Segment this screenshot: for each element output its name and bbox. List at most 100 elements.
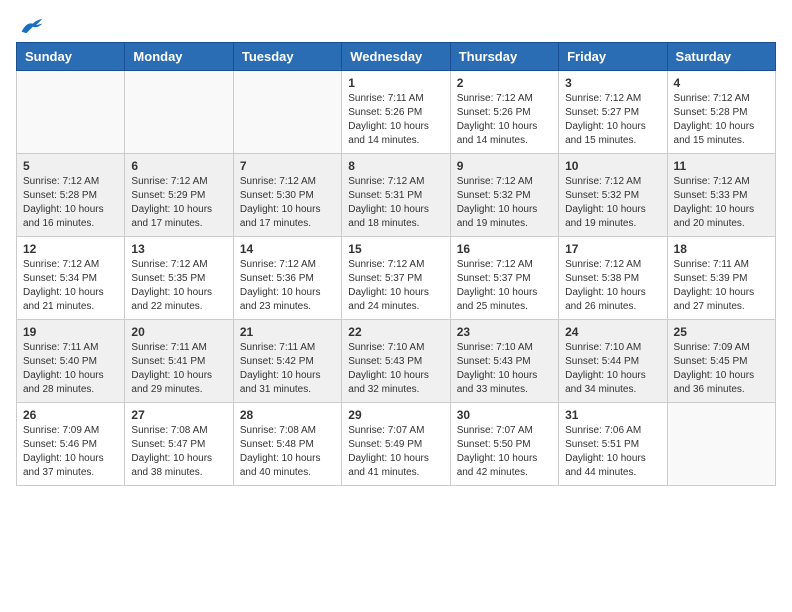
day-number: 11 bbox=[674, 159, 769, 173]
cell-info: Sunrise: 7:12 AMSunset: 5:33 PMDaylight:… bbox=[674, 175, 769, 231]
cell-info: Sunrise: 7:12 AMSunset: 5:28 PMDaylight:… bbox=[23, 175, 118, 231]
cell-info: Sunrise: 7:10 AMSunset: 5:43 PMDaylight:… bbox=[457, 341, 552, 397]
day-number: 10 bbox=[565, 159, 660, 173]
logo bbox=[16, 16, 44, 30]
calendar-week-5: 26Sunrise: 7:09 AMSunset: 5:46 PMDayligh… bbox=[17, 403, 776, 486]
calendar-cell bbox=[667, 403, 775, 486]
day-header-sunday: Sunday bbox=[17, 43, 125, 71]
cell-info: Sunrise: 7:11 AMSunset: 5:42 PMDaylight:… bbox=[240, 341, 335, 397]
calendar-week-1: 1 Sunrise: 7:11 AMSunset: 5:26 PMDaylight… bbox=[17, 71, 776, 154]
day-number: 30 bbox=[457, 408, 552, 422]
calendar-cell: 20 Sunrise: 7:11 AMSunset: 5:41 PMDayligh… bbox=[125, 320, 233, 403]
day-header-friday: Friday bbox=[559, 43, 667, 71]
calendar-cell: 7 Sunrise: 7:12 AMSunset: 5:30 PMDaylight… bbox=[233, 154, 341, 237]
calendar-cell: 27 Sunrise: 7:08 AMSunset: 5:47 PMDayligh… bbox=[125, 403, 233, 486]
day-header-monday: Monday bbox=[125, 43, 233, 71]
calendar-cell: 5Sunrise: 7:12 AMSunset: 5:28 PMDaylight… bbox=[17, 154, 125, 237]
cell-info: Sunrise: 7:06 AMSunset: 5:51 PMDaylight:… bbox=[565, 424, 660, 480]
day-number: 19 bbox=[23, 325, 118, 339]
cell-info: Sunrise: 7:12 AMSunset: 5:26 PMDaylight:… bbox=[457, 92, 552, 148]
cell-info: Sunrise: 7:12 AMSunset: 5:35 PMDaylight:… bbox=[131, 258, 226, 314]
cell-info: Sunrise: 7:11 AMSunset: 5:26 PMDaylight:… bbox=[348, 92, 443, 148]
calendar-cell: 21Sunrise: 7:11 AMSunset: 5:42 PMDayligh… bbox=[233, 320, 341, 403]
calendar-cell: 8Sunrise: 7:12 AMSunset: 5:31 PMDaylight… bbox=[342, 154, 450, 237]
cell-info: Sunrise: 7:07 AMSunset: 5:50 PMDaylight:… bbox=[457, 424, 552, 480]
calendar-cell: 3 Sunrise: 7:12 AMSunset: 5:27 PMDaylight… bbox=[559, 71, 667, 154]
calendar-cell: 13 Sunrise: 7:12 AMSunset: 5:35 PMDayligh… bbox=[125, 237, 233, 320]
day-number: 14 bbox=[240, 242, 335, 256]
day-header-tuesday: Tuesday bbox=[233, 43, 341, 71]
calendar-cell: 16 Sunrise: 7:12 AMSunset: 5:37 PMDayligh… bbox=[450, 237, 558, 320]
cell-info: Sunrise: 7:08 AMSunset: 5:48 PMDaylight:… bbox=[240, 424, 335, 480]
cell-info: Sunrise: 7:12 AMSunset: 5:37 PMDaylight:… bbox=[457, 258, 552, 314]
cell-info: Sunrise: 7:07 AMSunset: 5:49 PMDaylight:… bbox=[348, 424, 443, 480]
cell-info: Sunrise: 7:11 AMSunset: 5:40 PMDaylight:… bbox=[23, 341, 118, 397]
day-number: 27 bbox=[131, 408, 226, 422]
cell-info: Sunrise: 7:12 AMSunset: 5:28 PMDaylight:… bbox=[674, 92, 769, 148]
calendar-cell: 23 Sunrise: 7:10 AMSunset: 5:43 PMDayligh… bbox=[450, 320, 558, 403]
day-number: 3 bbox=[565, 76, 660, 90]
calendar-cell: 1 Sunrise: 7:11 AMSunset: 5:26 PMDaylight… bbox=[342, 71, 450, 154]
calendar-table: SundayMondayTuesdayWednesdayThursdayFrid… bbox=[16, 42, 776, 486]
calendar-cell: 22Sunrise: 7:10 AMSunset: 5:43 PMDayligh… bbox=[342, 320, 450, 403]
day-number: 6 bbox=[131, 159, 226, 173]
calendar-cell: 12Sunrise: 7:12 AMSunset: 5:34 PMDayligh… bbox=[17, 237, 125, 320]
cell-info: Sunrise: 7:12 AMSunset: 5:27 PMDaylight:… bbox=[565, 92, 660, 148]
cell-info: Sunrise: 7:12 AMSunset: 5:38 PMDaylight:… bbox=[565, 258, 660, 314]
calendar-cell: 15Sunrise: 7:12 AMSunset: 5:37 PMDayligh… bbox=[342, 237, 450, 320]
day-number: 15 bbox=[348, 242, 443, 256]
cell-info: Sunrise: 7:12 AMSunset: 5:32 PMDaylight:… bbox=[457, 175, 552, 231]
cell-info: Sunrise: 7:11 AMSunset: 5:39 PMDaylight:… bbox=[674, 258, 769, 314]
day-number: 12 bbox=[23, 242, 118, 256]
day-number: 17 bbox=[565, 242, 660, 256]
cell-info: Sunrise: 7:10 AMSunset: 5:44 PMDaylight:… bbox=[565, 341, 660, 397]
cell-info: Sunrise: 7:12 AMSunset: 5:36 PMDaylight:… bbox=[240, 258, 335, 314]
calendar-cell: 9 Sunrise: 7:12 AMSunset: 5:32 PMDaylight… bbox=[450, 154, 558, 237]
calendar-cell: 25 Sunrise: 7:09 AMSunset: 5:45 PMDayligh… bbox=[667, 320, 775, 403]
calendar-cell: 6 Sunrise: 7:12 AMSunset: 5:29 PMDaylight… bbox=[125, 154, 233, 237]
day-number: 25 bbox=[674, 325, 769, 339]
calendar-cell bbox=[125, 71, 233, 154]
cell-info: Sunrise: 7:12 AMSunset: 5:30 PMDaylight:… bbox=[240, 175, 335, 231]
calendar-cell: 14 Sunrise: 7:12 AMSunset: 5:36 PMDayligh… bbox=[233, 237, 341, 320]
day-number: 2 bbox=[457, 76, 552, 90]
day-number: 9 bbox=[457, 159, 552, 173]
cell-info: Sunrise: 7:09 AMSunset: 5:45 PMDaylight:… bbox=[674, 341, 769, 397]
day-header-thursday: Thursday bbox=[450, 43, 558, 71]
cell-info: Sunrise: 7:08 AMSunset: 5:47 PMDaylight:… bbox=[131, 424, 226, 480]
day-number: 29 bbox=[348, 408, 443, 422]
calendar-cell bbox=[233, 71, 341, 154]
calendar-cell: 29 Sunrise: 7:07 AMSunset: 5:49 PMDayligh… bbox=[342, 403, 450, 486]
day-number: 13 bbox=[131, 242, 226, 256]
day-number: 31 bbox=[565, 408, 660, 422]
calendar-cell: 11 Sunrise: 7:12 AMSunset: 5:33 PMDayligh… bbox=[667, 154, 775, 237]
day-number: 7 bbox=[240, 159, 335, 173]
calendar-cell: 19 Sunrise: 7:11 AMSunset: 5:40 PMDayligh… bbox=[17, 320, 125, 403]
calendar-week-2: 5Sunrise: 7:12 AMSunset: 5:28 PMDaylight… bbox=[17, 154, 776, 237]
calendar-week-3: 12Sunrise: 7:12 AMSunset: 5:34 PMDayligh… bbox=[17, 237, 776, 320]
calendar-cell: 18 Sunrise: 7:11 AMSunset: 5:39 PMDayligh… bbox=[667, 237, 775, 320]
day-number: 18 bbox=[674, 242, 769, 256]
day-number: 23 bbox=[457, 325, 552, 339]
cell-info: Sunrise: 7:12 AMSunset: 5:32 PMDaylight:… bbox=[565, 175, 660, 231]
day-number: 16 bbox=[457, 242, 552, 256]
calendar-week-4: 19 Sunrise: 7:11 AMSunset: 5:40 PMDayligh… bbox=[17, 320, 776, 403]
cell-info: Sunrise: 7:12 AMSunset: 5:31 PMDaylight:… bbox=[348, 175, 443, 231]
calendar-cell: 26Sunrise: 7:09 AMSunset: 5:46 PMDayligh… bbox=[17, 403, 125, 486]
day-header-wednesday: Wednesday bbox=[342, 43, 450, 71]
calendar-cell: 4Sunrise: 7:12 AMSunset: 5:28 PMDaylight… bbox=[667, 71, 775, 154]
cell-info: Sunrise: 7:11 AMSunset: 5:41 PMDaylight:… bbox=[131, 341, 226, 397]
day-number: 22 bbox=[348, 325, 443, 339]
calendar-cell: 10 Sunrise: 7:12 AMSunset: 5:32 PMDayligh… bbox=[559, 154, 667, 237]
calendar-cell: 31 Sunrise: 7:06 AMSunset: 5:51 PMDayligh… bbox=[559, 403, 667, 486]
day-header-row: SundayMondayTuesdayWednesdayThursdayFrid… bbox=[17, 43, 776, 71]
calendar-cell: 28Sunrise: 7:08 AMSunset: 5:48 PMDayligh… bbox=[233, 403, 341, 486]
day-header-saturday: Saturday bbox=[667, 43, 775, 71]
calendar-cell: 17 Sunrise: 7:12 AMSunset: 5:38 PMDayligh… bbox=[559, 237, 667, 320]
calendar-cell: 24 Sunrise: 7:10 AMSunset: 5:44 PMDayligh… bbox=[559, 320, 667, 403]
calendar-cell: 2 Sunrise: 7:12 AMSunset: 5:26 PMDaylight… bbox=[450, 71, 558, 154]
day-number: 24 bbox=[565, 325, 660, 339]
cell-info: Sunrise: 7:12 AMSunset: 5:29 PMDaylight:… bbox=[131, 175, 226, 231]
day-number: 1 bbox=[348, 76, 443, 90]
day-number: 20 bbox=[131, 325, 226, 339]
